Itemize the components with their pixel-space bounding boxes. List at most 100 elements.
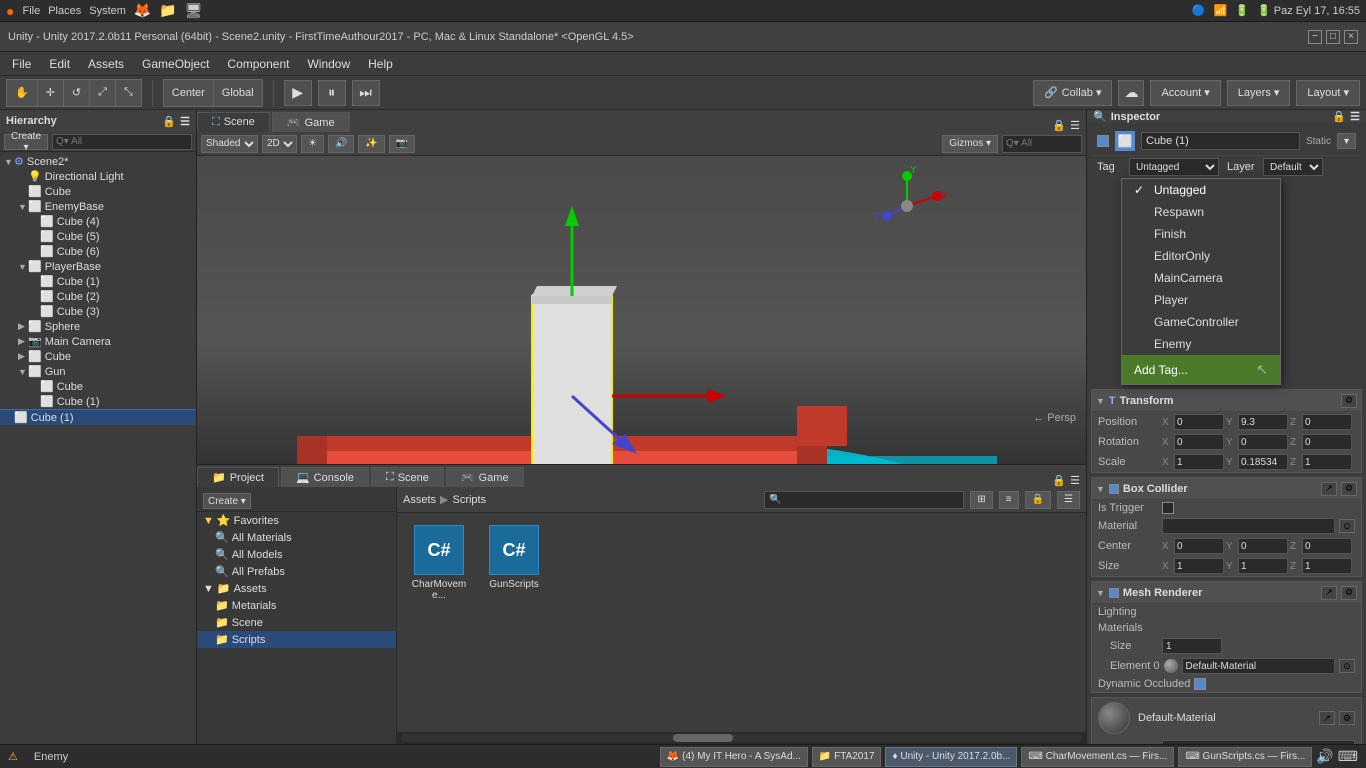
transform-header[interactable]: ▼ T Transform ⚙ — [1092, 390, 1361, 412]
view-select[interactable]: 2D — [262, 135, 297, 153]
hier-item-gun[interactable]: ▼ ⬜ Gun — [0, 364, 196, 379]
size-x-input[interactable] — [1174, 558, 1224, 574]
places-menu[interactable]: Places — [48, 5, 81, 17]
hier-item-cube3[interactable]: ⬜ Cube (3) — [0, 304, 196, 319]
hier-item-cube4[interactable]: ⬜ Cube (4) — [0, 214, 196, 229]
audio-btn[interactable]: 🔊 — [328, 135, 354, 153]
hier-item-enemybase[interactable]: ▼ ⬜ EnemyBase — [0, 199, 196, 214]
size-y-input[interactable] — [1238, 558, 1288, 574]
renderer-settings-btn[interactable]: ⚙ — [1341, 586, 1357, 600]
step-btn[interactable]: ⏭ — [352, 80, 380, 106]
hierarchy-create-btn[interactable]: Create ▾ — [4, 134, 48, 150]
material-settings-btn[interactable]: ⚙ — [1339, 711, 1355, 725]
tab-game[interactable]: 🎮 Game — [272, 112, 350, 132]
shader-select[interactable]: Standard — [1162, 740, 1355, 744]
menu-component[interactable]: Component — [219, 55, 297, 73]
global-btn[interactable]: Global — [214, 80, 262, 106]
static-dropdown[interactable]: ▾ — [1337, 133, 1356, 149]
pos-z-input[interactable] — [1302, 414, 1352, 430]
favorites-folder[interactable]: ▼ ⭐ Favorites — [197, 512, 396, 529]
gizmos-btn[interactable]: Gizmos ▾ — [942, 135, 998, 153]
menu-help[interactable]: Help — [360, 55, 401, 73]
active-checkbox[interactable] — [1097, 135, 1109, 147]
all-prefabs-item[interactable]: 🔍 All Prefabs — [197, 563, 396, 580]
hier-item-cube-top[interactable]: ⬜ Cube — [0, 184, 196, 199]
center-y-input[interactable] — [1238, 538, 1288, 554]
keyboard-icon[interactable]: ⌨ — [1338, 748, 1358, 765]
hier-item-cube6[interactable]: ⬜ Cube (6) — [0, 244, 196, 259]
center-x-input[interactable] — [1174, 538, 1224, 554]
trigger-checkbox[interactable] — [1162, 502, 1174, 514]
firefox-icon[interactable]: 🦊 — [134, 2, 151, 19]
folder-icon[interactable]: 📁 — [159, 2, 176, 19]
hand-tool[interactable]: ✋ — [7, 80, 38, 106]
tag-finish[interactable]: Finish — [1122, 223, 1280, 245]
hier-item-scene2[interactable]: ▼ ⚙ Scene2* — [0, 154, 196, 169]
collider-ref-btn[interactable]: ↗ — [1321, 482, 1337, 496]
menu-window[interactable]: Window — [299, 55, 358, 73]
inspector-lock[interactable]: 🔒 — [1332, 110, 1346, 123]
tag-select[interactable]: Untagged — [1129, 158, 1219, 176]
breadcrumb-assets[interactable]: Assets — [403, 494, 436, 506]
hier-item-cube5[interactable]: ⬜ Cube (5) — [0, 229, 196, 244]
add-tag-btn[interactable]: Add Tag... ↖ — [1122, 355, 1280, 384]
taskbar-gunscripts[interactable]: ⌨ GunScripts.cs — Firs... — [1178, 747, 1312, 767]
scrollbar-thumb[interactable] — [673, 734, 733, 742]
metarials-item[interactable]: 📁 Metarials — [197, 597, 396, 614]
hierarchy-lock[interactable]: 🔒 — [162, 115, 176, 128]
hierarchy-menu[interactable]: ☰ — [180, 115, 190, 128]
tab-console[interactable]: 💻 Console — [281, 467, 369, 487]
tab-project[interactable]: 📁 Project — [197, 467, 279, 487]
scale-x-input[interactable] — [1174, 454, 1224, 470]
tag-gamecontroller[interactable]: GameController — [1122, 311, 1280, 333]
renderer-enabled[interactable] — [1109, 588, 1119, 598]
collider-settings-btn[interactable]: ⚙ — [1341, 482, 1357, 496]
lighting-btn[interactable]: ☀ — [301, 135, 324, 153]
camera-btn[interactable]: 📷 — [389, 135, 415, 153]
scale-z-input[interactable] — [1302, 454, 1352, 470]
hier-item-cube-mid[interactable]: ▶ ⬜ Cube — [0, 349, 196, 364]
taskbar-unity[interactable]: ♦ Unity - Unity 2017.2.0b... — [885, 747, 1017, 767]
layers-btn[interactable]: Layers ▾ — [1227, 80, 1291, 106]
menu-icon[interactable]: ☰ — [1070, 119, 1080, 132]
menu-assets[interactable]: Assets — [80, 55, 132, 73]
renderer-ref-btn[interactable]: ↗ — [1321, 586, 1337, 600]
size-z-input[interactable] — [1302, 558, 1352, 574]
scale-tool[interactable]: ⤢ — [90, 80, 116, 106]
hier-item-cube2[interactable]: ⬜ Cube (2) — [0, 289, 196, 304]
center-z-input[interactable] — [1302, 538, 1352, 554]
lock-icon-bottom[interactable]: 🔒 — [1052, 474, 1066, 487]
renderer-header[interactable]: ▼ Mesh Renderer ↗ ⚙ — [1092, 582, 1361, 604]
breadcrumb-scripts[interactable]: Scripts — [452, 494, 486, 506]
tab-game-bottom[interactable]: 🎮 Game — [446, 467, 524, 487]
collider-material-input[interactable] — [1162, 518, 1335, 534]
hier-item-maincam[interactable]: ▶ 📷 Main Camera — [0, 334, 196, 349]
scene-view[interactable]: X Y Z ← Persp — [197, 156, 1086, 464]
rotate-tool[interactable]: ↺ — [64, 80, 90, 106]
applications-menu[interactable]: File — [22, 5, 40, 17]
hier-item-sphere[interactable]: ▶ ⬜ Sphere — [0, 319, 196, 334]
hier-item-cube1-selected[interactable]: ⬜ Cube (1) — [0, 409, 196, 425]
layer-select[interactable]: Default — [1263, 158, 1323, 176]
lock-icon[interactable]: 🔒 — [1052, 119, 1066, 132]
project-list-btn[interactable]: ≡ — [999, 491, 1019, 509]
move-tool[interactable]: ✛ — [38, 80, 64, 106]
scale-y-input[interactable] — [1238, 454, 1288, 470]
tag-player[interactable]: Player — [1122, 289, 1280, 311]
inspector-menu[interactable]: ☰ — [1350, 110, 1360, 123]
shading-select[interactable]: Shaded — [201, 135, 258, 153]
taskbar-firefox[interactable]: 🦊 (4) My IT Hero - A SysAd... — [660, 747, 808, 767]
scene-search[interactable] — [1002, 135, 1082, 153]
volume-icon[interactable]: 🔊 — [1316, 748, 1333, 765]
hier-item-dirlight[interactable]: 💡 Directional Light — [0, 169, 196, 184]
account-btn[interactable]: Account ▾ — [1150, 80, 1220, 106]
material-ref-btn[interactable]: ↗ — [1319, 711, 1335, 725]
menu-edit[interactable]: Edit — [41, 55, 78, 73]
all-materials-item[interactable]: 🔍 All Materials — [197, 529, 396, 546]
tag-maincamera[interactable]: MainCamera — [1122, 267, 1280, 289]
play-btn[interactable]: ▶ — [284, 80, 312, 106]
center-btn[interactable]: Center — [164, 80, 214, 106]
taskbar-folder[interactable]: 📁 FTA2017 — [812, 747, 882, 767]
hier-item-cube-gun2[interactable]: ⬜ Cube (1) — [0, 394, 196, 409]
project-search-input[interactable] — [764, 491, 964, 509]
